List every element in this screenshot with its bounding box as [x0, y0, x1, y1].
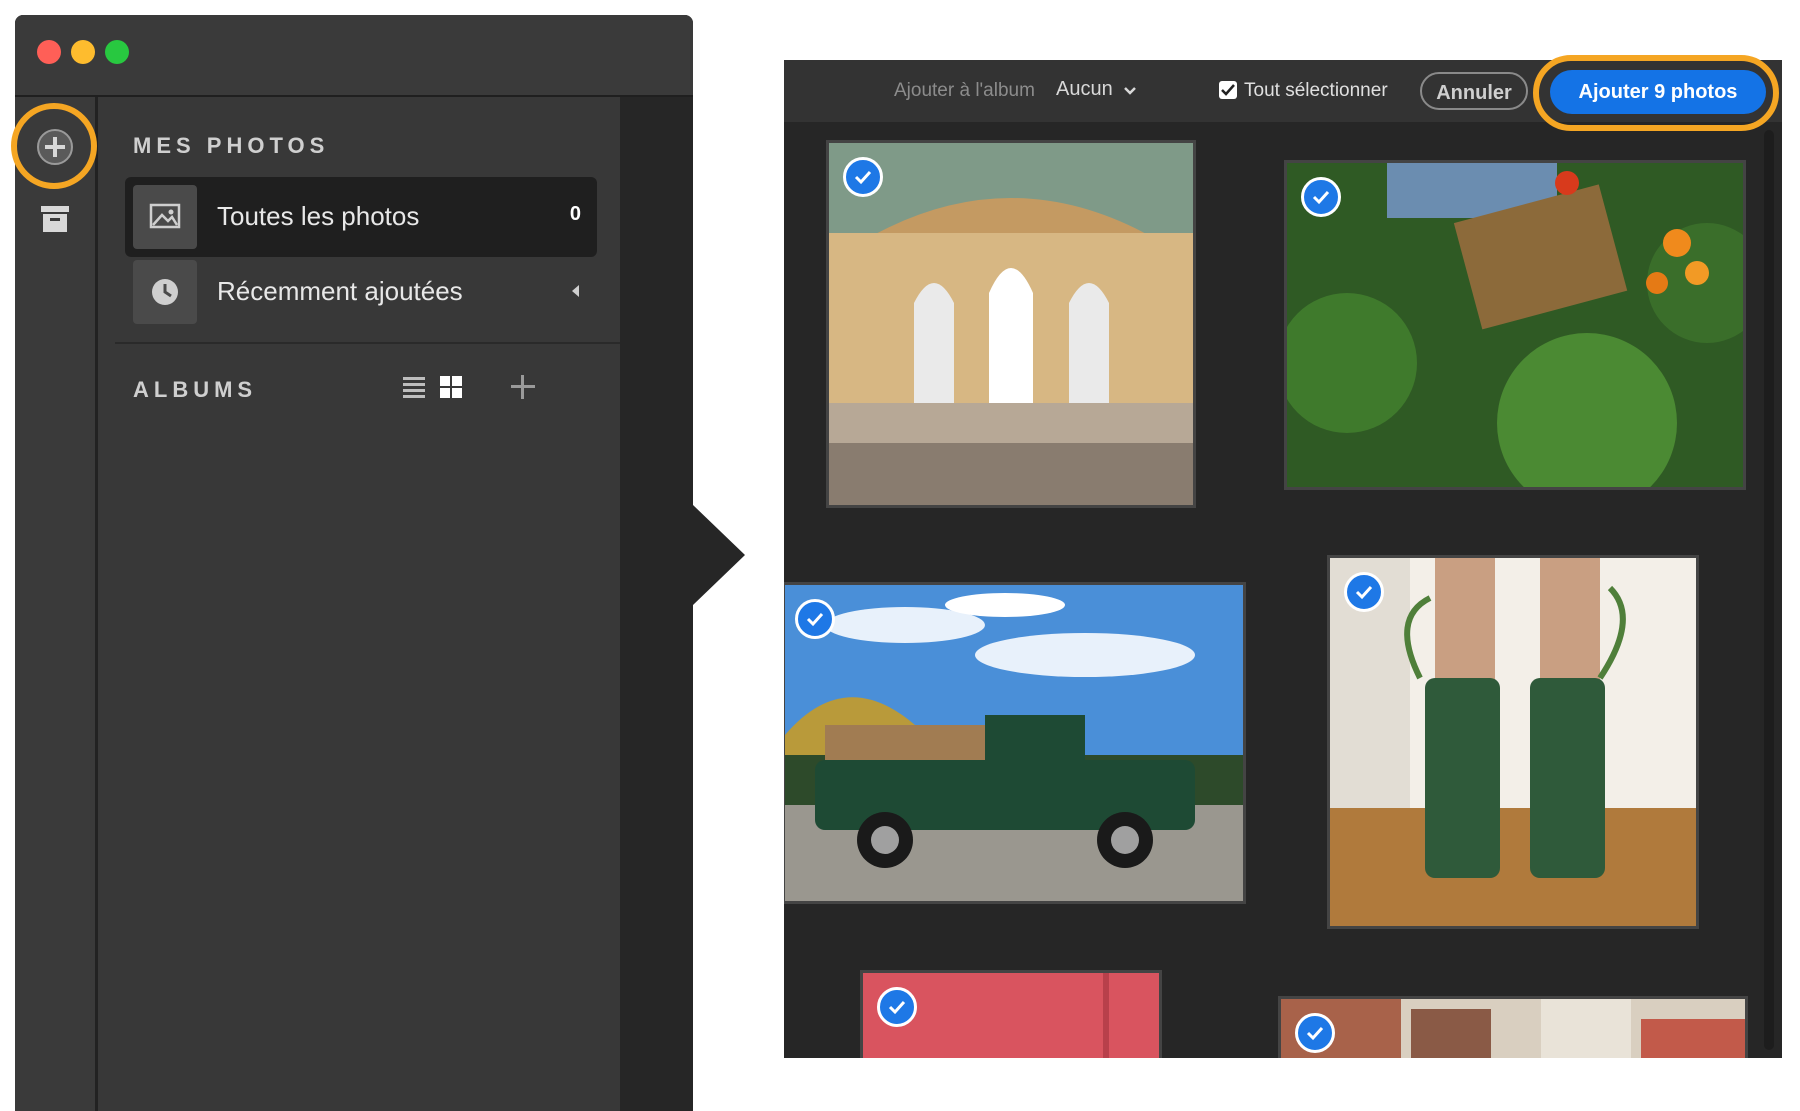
selected-check-icon[interactable] — [1295, 1013, 1335, 1053]
photo-count: 0 — [569, 203, 581, 225]
app-window: MES PHOTOS Toutes les photos 0 Récemment… — [15, 15, 693, 1111]
selected-check-icon[interactable] — [843, 157, 883, 197]
photo-thumbnail[interactable] — [1284, 160, 1746, 490]
photo-thumbnail[interactable] — [784, 582, 1246, 904]
sidebar-item-recently-added[interactable]: Récemment ajoutées — [125, 252, 597, 332]
sidebar-item-label: Récemment ajoutées — [217, 276, 463, 306]
photo-image — [829, 143, 1193, 505]
photo-thumbnail[interactable] — [860, 970, 1162, 1058]
content-area-edge — [620, 97, 693, 1111]
photo-image — [1287, 163, 1743, 487]
selected-check-icon[interactable] — [1301, 177, 1341, 217]
selected-check-icon[interactable] — [1344, 572, 1384, 612]
photo-thumbnail[interactable] — [1278, 996, 1748, 1058]
grid-view-button[interactable] — [438, 374, 464, 400]
callout-arrow — [693, 505, 745, 605]
icon-rail — [15, 97, 98, 1111]
divider — [115, 342, 620, 344]
select-all-label[interactable]: Tout sélectionner — [1244, 80, 1388, 102]
image-icon — [133, 185, 197, 249]
minimize-window-button[interactable] — [71, 40, 95, 64]
my-photos-heading: MES PHOTOS — [133, 133, 330, 158]
titlebar — [15, 15, 693, 97]
list-view-icon — [403, 377, 425, 398]
album-dropdown[interactable]: Aucun — [1056, 78, 1137, 104]
chevron-down-icon — [1124, 86, 1137, 95]
close-window-button[interactable] — [37, 40, 61, 64]
selected-check-icon[interactable] — [795, 599, 835, 639]
photo-image — [785, 585, 1243, 901]
checkmark-icon — [1221, 84, 1235, 96]
archive-icon — [41, 206, 69, 232]
sidebar-item-all-photos[interactable]: Toutes les photos 0 — [125, 177, 597, 257]
add-to-album-label: Ajouter à l'album — [894, 80, 1035, 101]
albums-heading: ALBUMS — [133, 377, 258, 402]
select-all-checkbox[interactable] — [1219, 81, 1237, 99]
photo-thumbnail[interactable] — [1327, 555, 1699, 929]
album-dropdown-value: Aucun — [1056, 78, 1113, 100]
photo-image — [1281, 999, 1745, 1058]
photo-thumbnail[interactable] — [826, 140, 1196, 508]
scrollbar[interactable] — [1764, 130, 1774, 1050]
sidebar-item-label: Toutes les photos — [217, 201, 420, 231]
zoom-window-button[interactable] — [105, 40, 129, 64]
highlight-add-photos-button — [1533, 55, 1779, 131]
cancel-button[interactable]: Annuler — [1420, 72, 1528, 110]
photo-image — [1330, 558, 1696, 926]
selected-check-icon[interactable] — [877, 987, 917, 1027]
highlight-add-button — [11, 103, 97, 189]
clock-icon — [133, 260, 197, 324]
archive-button[interactable] — [38, 202, 72, 236]
sidebar: MES PHOTOS Toutes les photos 0 Récemment… — [98, 97, 620, 1111]
chevron-left-icon — [572, 285, 579, 297]
plus-icon — [511, 375, 535, 399]
photo-picker-panel: Ajouter à l'album Aucun Tout sélectionne… — [784, 60, 1782, 1058]
grid-view-icon — [440, 376, 462, 398]
add-album-button[interactable] — [508, 372, 538, 402]
list-view-button[interactable] — [401, 374, 427, 400]
